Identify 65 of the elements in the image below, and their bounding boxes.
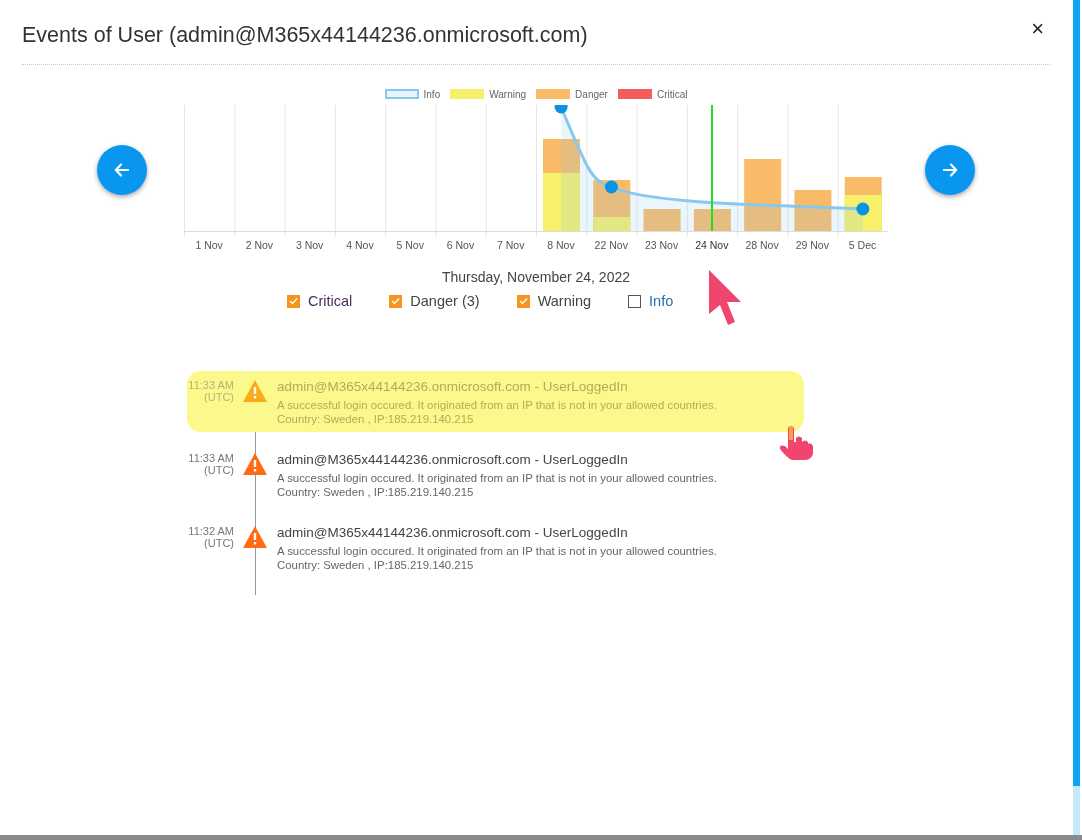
event-time: 11:33 AM — [187, 379, 234, 391]
event-title: admin@M365x44144236.onmicrosoft.com - UserLoggedIn — [277, 525, 629, 540]
danger-bar — [643, 209, 681, 231]
event-location: Country: Sweden , IP:185.219.140.215 — [277, 485, 475, 499]
filter-label: Danger (3) — [410, 293, 480, 309]
checkbox[interactable] — [389, 294, 403, 308]
axis-label[interactable]: 28 Nov — [736, 239, 788, 251]
next-button[interactable] — [925, 145, 975, 195]
legend-label: Critical — [656, 88, 688, 100]
axis-label[interactable]: 23 Nov — [636, 239, 687, 251]
data-point — [856, 202, 870, 216]
axis-label[interactable]: 8 Nov — [535, 239, 587, 251]
danger-bar — [693, 209, 731, 231]
scrollbar-thumb[interactable] — [1073, 0, 1080, 786]
axis-label[interactable]: 5 Dec — [837, 239, 888, 251]
axis-label[interactable]: 7 Nov — [485, 239, 536, 251]
event-location: Country: Sweden , IP:185.219.140.215 — [277, 412, 475, 426]
event-title: admin@M365x44144236.onmicrosoft.com - UserLoggedIn — [277, 452, 629, 467]
legend-label: Warning — [489, 88, 527, 100]
event-title: admin@M365x44144236.onmicrosoft.com - UserLoggedIn — [277, 379, 629, 394]
close-button[interactable]: × — [1025, 16, 1050, 42]
danger-bar — [794, 190, 832, 231]
legend-label: Danger — [575, 88, 608, 100]
warning-icon — [242, 379, 268, 403]
arrow-left-icon — [113, 161, 131, 179]
data-point — [554, 105, 568, 114]
previous-button[interactable] — [97, 145, 147, 195]
hand-cursor-icon — [778, 424, 814, 462]
legend-label: Info — [423, 88, 441, 100]
axis-label[interactable]: 24 Nov — [686, 239, 737, 251]
arrow-right-icon — [941, 161, 959, 179]
event-item[interactable]: 11:33 AM (UTC) admin@M365x44144236.onmicrosoft.com - UserLoggedIn A successful login occured. It originated from an IP that is not in your allowed countries. Country: Sweden , IP:185.219.140.215 — [187, 444, 804, 505]
data-point — [604, 180, 618, 194]
event-time: 11:33 AM — [187, 452, 234, 464]
checkbox[interactable] — [516, 294, 530, 308]
warning-icon — [242, 525, 268, 549]
axis-label[interactable]: 4 Nov — [334, 239, 386, 251]
event-time: 11:32 AM — [187, 525, 234, 537]
checkbox[interactable] — [628, 294, 642, 308]
filter-label: Critical — [308, 293, 353, 309]
event-description: A successful login occured. It originated from an IP that is not in your allowed countries. — [277, 544, 717, 558]
axis-label[interactable]: 1 Nov — [184, 239, 235, 251]
axis-label[interactable]: 5 Nov — [385, 239, 436, 251]
event-description: A successful login occured. It originated from an IP that is not in your allowed countries. — [277, 398, 717, 412]
axis-label[interactable]: 6 Nov — [435, 239, 486, 251]
pointer-icon — [707, 268, 743, 326]
event-location: Country: Sweden , IP:185.219.140.215 — [277, 558, 475, 572]
axis-label[interactable]: 29 Nov — [787, 239, 838, 251]
warning-bar — [543, 173, 580, 231]
event-timezone: (UTC) — [203, 537, 234, 549]
warning-icon — [242, 452, 268, 476]
event-timezone: (UTC) — [203, 391, 234, 403]
checkbox[interactable] — [287, 294, 300, 308]
axis-label[interactable]: 3 Nov — [284, 239, 335, 251]
window-title: Events of User (admin@M365x44144236.onmicrosoft.com) — [22, 22, 588, 48]
filter-label: Info — [649, 293, 674, 309]
warning-bar — [593, 217, 631, 231]
filter-label: Warning — [537, 293, 592, 309]
event-timezone: (UTC) — [203, 464, 234, 476]
selected-date: Thursday, November 24, 2022 — [440, 269, 632, 285]
axis-label[interactable]: 22 Nov — [586, 239, 637, 251]
danger-bar — [744, 159, 782, 231]
event-item[interactable]: 11:32 AM (UTC) admin@M365x44144236.onmicrosoft.com - UserLoggedIn A successful login occured. It originated from an IP that is not in your allowed countries. Country: Sweden , IP:185.219.140.215 — [187, 517, 804, 578]
event-description: A successful login occured. It originated from an IP that is not in your allowed countries. — [277, 471, 717, 485]
axis-label[interactable]: 2 Nov — [234, 239, 285, 251]
